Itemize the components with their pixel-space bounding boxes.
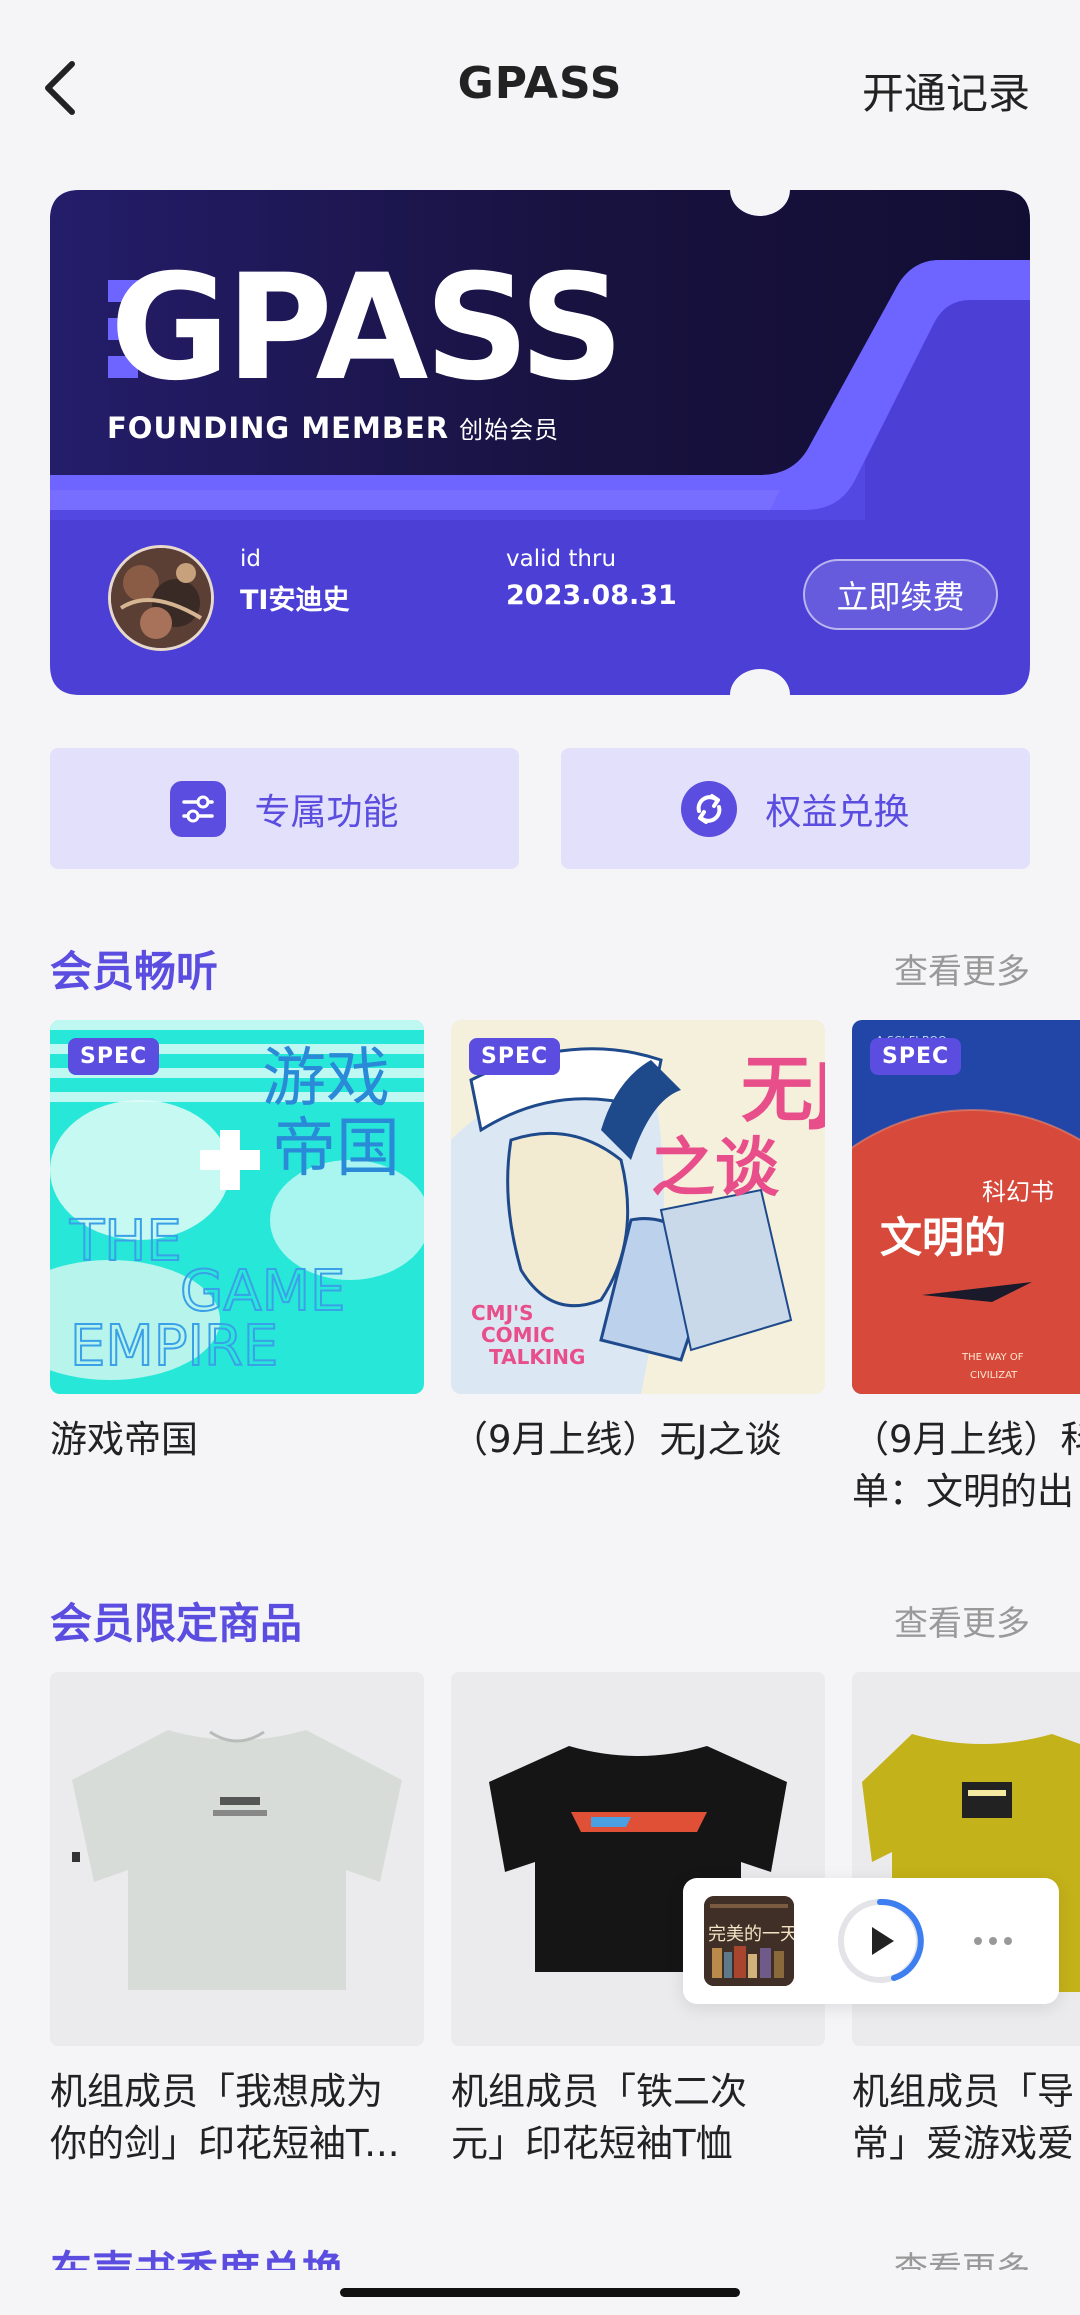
home-indicator[interactable] bbox=[340, 2288, 740, 2297]
product-image-white-tee bbox=[50, 1672, 424, 2046]
founding-member-label: FOUNDING MEMBER 创始会员 bbox=[107, 410, 559, 445]
valid-thru-value: 2023.08.31 bbox=[506, 580, 677, 611]
benefit-exchange-label: 权益兑换 bbox=[765, 791, 910, 833]
spec-badge: SPEC bbox=[469, 1038, 561, 1075]
product-caption: 机组成员「导 bbox=[852, 2070, 1074, 2113]
now-playing-thumbnail[interactable]: 完美的一天 bbox=[704, 1896, 794, 1986]
product-caption: 机组成员「我想成为 bbox=[50, 2070, 383, 2113]
listen-card-wuj[interactable]: 无J 之谈 CMJ'S COMIC TALKING SPEC bbox=[451, 1020, 825, 1394]
listen-more-link[interactable]: 查看更多 bbox=[894, 944, 1030, 993]
cover-art-scifi: A SCI-FI BOO 科幻书 文明的 THE WAY OF CIVILIZA… bbox=[852, 1020, 1080, 1394]
spec-badge: SPEC bbox=[870, 1038, 962, 1075]
avatar-image bbox=[111, 548, 211, 648]
svg-text:CIVILIZAT: CIVILIZAT bbox=[970, 1370, 1018, 1381]
exclusive-features-label: 专属功能 bbox=[254, 791, 399, 833]
svg-text:科幻书: 科幻书 bbox=[982, 1178, 1054, 1206]
listen-caption-line2: 单：文明的出 bbox=[852, 1470, 1074, 1513]
listen-caption: （9月上线）科 bbox=[852, 1418, 1080, 1461]
top-bar: GPASS 开通记录 bbox=[0, 0, 1080, 180]
exclusive-features-button[interactable]: 专属功能 bbox=[50, 748, 519, 869]
svg-text:之谈: 之谈 bbox=[651, 1132, 780, 1206]
id-value: TI安迪史 bbox=[240, 585, 350, 616]
spec-badge: SPEC bbox=[68, 1038, 160, 1075]
mini-player[interactable]: 完美的一天 bbox=[683, 1878, 1059, 2004]
product-caption: 机组成员「铁二次 bbox=[451, 2070, 747, 2113]
svg-text:EMPIRE: EMPIRE bbox=[70, 1314, 278, 1379]
id-label: id bbox=[240, 546, 261, 572]
records-link[interactable]: 开通记录 bbox=[862, 60, 1030, 121]
goods-more-link[interactable]: 查看更多 bbox=[894, 1596, 1030, 1645]
play-button[interactable] bbox=[836, 1897, 924, 1985]
cover-art-game-empire: 游戏 帝国 THE GAME EMPIRE bbox=[50, 1020, 424, 1394]
svg-text:TALKING: TALKING bbox=[489, 1345, 585, 1369]
sliders-icon bbox=[170, 780, 227, 837]
svg-text:CMJ'S: CMJ'S bbox=[471, 1301, 534, 1325]
next-section-peek: 车声书香度总换 查看更多 bbox=[0, 2232, 1080, 2270]
listen-card-scifi[interactable]: A SCI-FI BOO 科幻书 文明的 THE WAY OF CIVILIZA… bbox=[852, 1020, 1080, 1394]
section-title-next: 车声书香度总换 bbox=[50, 2238, 344, 2270]
svg-text:帝国: 帝国 bbox=[272, 1112, 400, 1186]
benefit-exchange-button[interactable]: 权益兑换 bbox=[561, 748, 1030, 869]
svg-text:文明的: 文明的 bbox=[880, 1213, 1006, 1262]
section-title-listen: 会员畅听 bbox=[50, 947, 219, 996]
brand-logo: GPASS bbox=[110, 243, 624, 413]
more-button[interactable] bbox=[968, 1924, 1018, 1958]
section-title-goods: 会员限定商品 bbox=[50, 1599, 303, 1648]
product-card-sword-tee[interactable] bbox=[50, 1672, 424, 2046]
more-dots-icon bbox=[974, 1937, 1012, 1945]
valid-thru-label: valid thru bbox=[506, 546, 617, 572]
svg-text:COMIC: COMIC bbox=[481, 1323, 555, 1347]
listen-caption: （9月上线）无J之谈 bbox=[451, 1418, 782, 1461]
svg-text:无J: 无J bbox=[741, 1048, 825, 1132]
product-caption-line2: 元」印花短袖T恤 bbox=[451, 2122, 733, 2165]
cover-art-wuj: 无J 之谈 CMJ'S COMIC TALKING bbox=[451, 1020, 825, 1394]
avatar[interactable] bbox=[108, 545, 214, 651]
founding-en: FOUNDING MEMBER bbox=[107, 411, 450, 445]
svg-text:游戏: 游戏 bbox=[262, 1042, 390, 1116]
listen-caption: 游戏帝国 bbox=[50, 1418, 198, 1461]
listen-card-game-empire[interactable]: 游戏 帝国 THE GAME EMPIRE SPEC bbox=[50, 1020, 424, 1394]
svg-text:THE WAY OF: THE WAY OF bbox=[961, 1352, 1024, 1363]
exchange-icon bbox=[681, 780, 738, 837]
next-more-link[interactable]: 查看更多 bbox=[894, 2242, 1030, 2270]
product-caption-line2: 常」爱游戏爱 bbox=[852, 2122, 1074, 2165]
product-caption-line2: 你的剑」印花短袖T... bbox=[50, 2122, 400, 2165]
play-icon bbox=[838, 1898, 924, 1983]
founding-cn: 创始会员 bbox=[459, 416, 560, 444]
now-playing-title: 完美的一天 bbox=[708, 1924, 794, 1945]
svg-text:THE: THE bbox=[69, 1209, 182, 1274]
renew-button[interactable]: 立即续费 bbox=[803, 559, 998, 630]
